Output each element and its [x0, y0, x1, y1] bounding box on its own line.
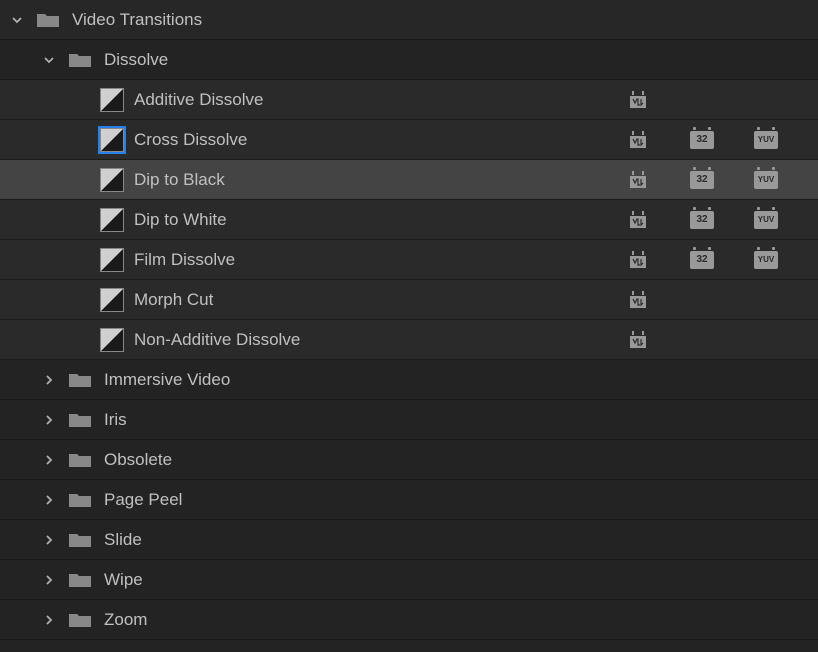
- gpu-accelerated-icon: [626, 250, 650, 270]
- b32-badge: 32: [690, 130, 714, 150]
- gpu-accelerated-icon: [626, 130, 650, 150]
- folder-item[interactable]: Page Peel: [0, 480, 818, 520]
- folder-label: Zoom: [104, 610, 808, 630]
- transition-item[interactable]: Additive Dissolve: [0, 80, 818, 120]
- folder-icon: [66, 531, 94, 549]
- folder-video-transitions[interactable]: Video Transitions: [0, 0, 818, 40]
- transition-label: Film Dissolve: [134, 250, 626, 270]
- folder-icon: [66, 411, 94, 429]
- folder-label: Video Transitions: [72, 10, 808, 30]
- folder-icon: [34, 11, 62, 29]
- chevron-right-icon[interactable]: [40, 411, 58, 429]
- chevron-right-icon[interactable]: [40, 451, 58, 469]
- yuv-badge: YUV: [754, 250, 778, 270]
- chevron-right-icon[interactable]: [40, 571, 58, 589]
- transition-label: Morph Cut: [134, 290, 626, 310]
- transition-item[interactable]: Cross Dissolve 32 YUV: [0, 120, 818, 160]
- yuv-badge: YUV: [754, 130, 778, 150]
- transition-icon: [100, 168, 124, 192]
- folder-label: Slide: [104, 530, 808, 550]
- folder-label: Dissolve: [104, 50, 808, 70]
- gpu-accelerated-icon: [626, 290, 650, 310]
- folder-dissolve[interactable]: Dissolve: [0, 40, 818, 80]
- transition-label: Dip to Black: [134, 170, 626, 190]
- folder-icon: [66, 51, 94, 69]
- badge-group: 32 YUV: [626, 250, 808, 270]
- transition-label: Cross Dissolve: [134, 130, 626, 150]
- transition-item[interactable]: Non-Additive Dissolve: [0, 320, 818, 360]
- badge-group: 32 YUV: [626, 170, 808, 190]
- folder-item[interactable]: Iris: [0, 400, 818, 440]
- gpu-accelerated-icon: [626, 170, 650, 190]
- chevron-down-icon[interactable]: [8, 11, 26, 29]
- gpu-accelerated-icon: [626, 90, 650, 110]
- effects-tree: Video Transitions Dissolve Additive Diss…: [0, 0, 818, 640]
- folder-icon: [66, 611, 94, 629]
- badge-group: [626, 90, 808, 110]
- folder-label: Wipe: [104, 570, 808, 590]
- transition-label: Dip to White: [134, 210, 626, 230]
- badge-group: [626, 290, 808, 310]
- transition-icon: [100, 248, 124, 272]
- transition-icon: [100, 88, 124, 112]
- b32-badge: 32: [690, 210, 714, 230]
- transition-item[interactable]: Film Dissolve 32 YUV: [0, 240, 818, 280]
- transition-label: Non-Additive Dissolve: [134, 330, 626, 350]
- folder-label: Page Peel: [104, 490, 808, 510]
- transition-item[interactable]: Dip to Black 32 YUV: [0, 160, 818, 200]
- yuv-badge: YUV: [754, 170, 778, 190]
- transition-item[interactable]: Morph Cut: [0, 280, 818, 320]
- transition-icon: [100, 288, 124, 312]
- gpu-accelerated-icon: [626, 210, 650, 230]
- folder-label: Immersive Video: [104, 370, 808, 390]
- transition-icon: [100, 208, 124, 232]
- yuv-badge: YUV: [754, 210, 778, 230]
- chevron-right-icon[interactable]: [40, 371, 58, 389]
- folder-icon: [66, 371, 94, 389]
- gpu-accelerated-icon: [626, 330, 650, 350]
- transition-icon: [100, 328, 124, 352]
- folder-item[interactable]: Wipe: [0, 560, 818, 600]
- folder-item[interactable]: Zoom: [0, 600, 818, 640]
- folder-label: Iris: [104, 410, 808, 430]
- badge-group: 32 YUV: [626, 130, 808, 150]
- folder-item[interactable]: Slide: [0, 520, 818, 560]
- chevron-right-icon[interactable]: [40, 491, 58, 509]
- folder-item[interactable]: Immersive Video: [0, 360, 818, 400]
- chevron-right-icon[interactable]: [40, 611, 58, 629]
- folder-item[interactable]: Obsolete: [0, 440, 818, 480]
- folder-icon: [66, 491, 94, 509]
- folder-icon: [66, 451, 94, 469]
- chevron-down-icon[interactable]: [40, 51, 58, 69]
- folder-icon: [66, 571, 94, 589]
- chevron-right-icon[interactable]: [40, 531, 58, 549]
- b32-badge: 32: [690, 170, 714, 190]
- folder-label: Obsolete: [104, 450, 808, 470]
- transition-item[interactable]: Dip to White 32 YUV: [0, 200, 818, 240]
- badge-group: 32 YUV: [626, 210, 808, 230]
- badge-group: [626, 330, 808, 350]
- transition-icon: [100, 128, 124, 152]
- transition-label: Additive Dissolve: [134, 90, 626, 110]
- b32-badge: 32: [690, 250, 714, 270]
